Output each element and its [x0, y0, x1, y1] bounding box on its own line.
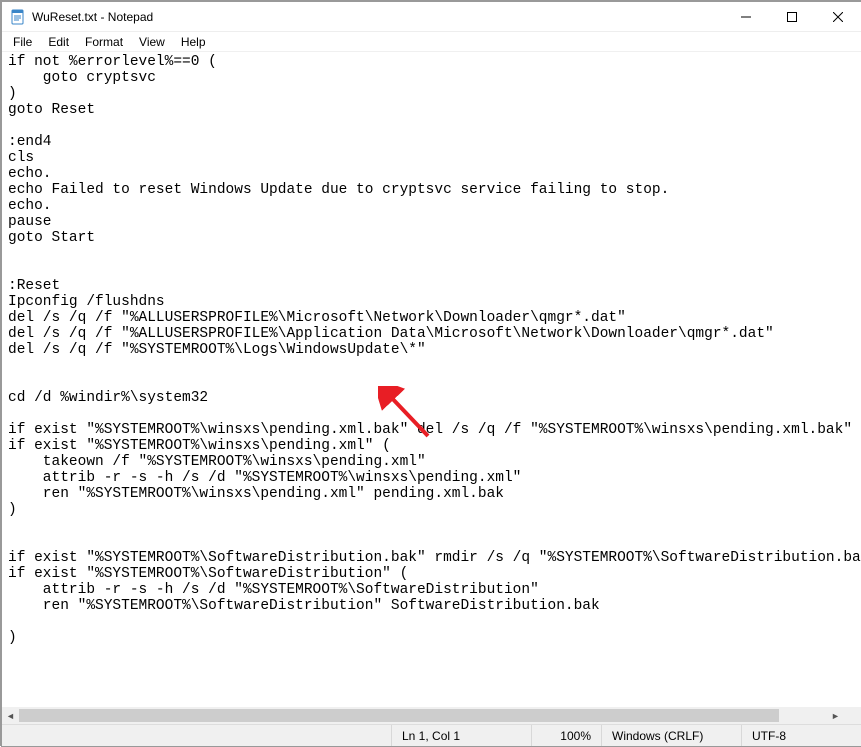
notepad-icon	[10, 9, 26, 25]
menu-edit[interactable]: Edit	[41, 33, 76, 51]
editor-area: if not %errorlevel%==0 ( goto cryptsvc )…	[2, 52, 861, 724]
status-spacer	[2, 725, 391, 746]
menu-help[interactable]: Help	[174, 33, 213, 51]
text-editor[interactable]: if not %errorlevel%==0 ( goto cryptsvc )…	[2, 52, 861, 724]
statusbar: Ln 1, Col 1 100% Windows (CRLF) UTF-8	[2, 724, 861, 746]
maximize-button[interactable]	[769, 2, 815, 32]
status-zoom: 100%	[531, 725, 601, 746]
close-button[interactable]	[815, 2, 861, 32]
status-encoding: UTF-8	[741, 725, 861, 746]
titlebar[interactable]: WuReset.txt - Notepad	[2, 2, 861, 32]
scrollbar-thumb[interactable]	[19, 709, 779, 722]
horizontal-scrollbar[interactable]: ◄ ►	[2, 707, 844, 724]
status-line-ending: Windows (CRLF)	[601, 725, 741, 746]
scrollbar-track[interactable]	[19, 707, 827, 724]
minimize-button[interactable]	[723, 2, 769, 32]
status-cursor-position: Ln 1, Col 1	[391, 725, 531, 746]
window-title: WuReset.txt - Notepad	[32, 10, 153, 24]
scroll-right-arrow-icon[interactable]: ►	[827, 707, 844, 724]
scroll-left-arrow-icon[interactable]: ◄	[2, 707, 19, 724]
menu-view[interactable]: View	[132, 33, 172, 51]
scrollbar-corner	[844, 707, 861, 724]
menu-format[interactable]: Format	[78, 33, 130, 51]
menu-file[interactable]: File	[6, 33, 39, 51]
menubar: File Edit Format View Help	[2, 32, 861, 52]
